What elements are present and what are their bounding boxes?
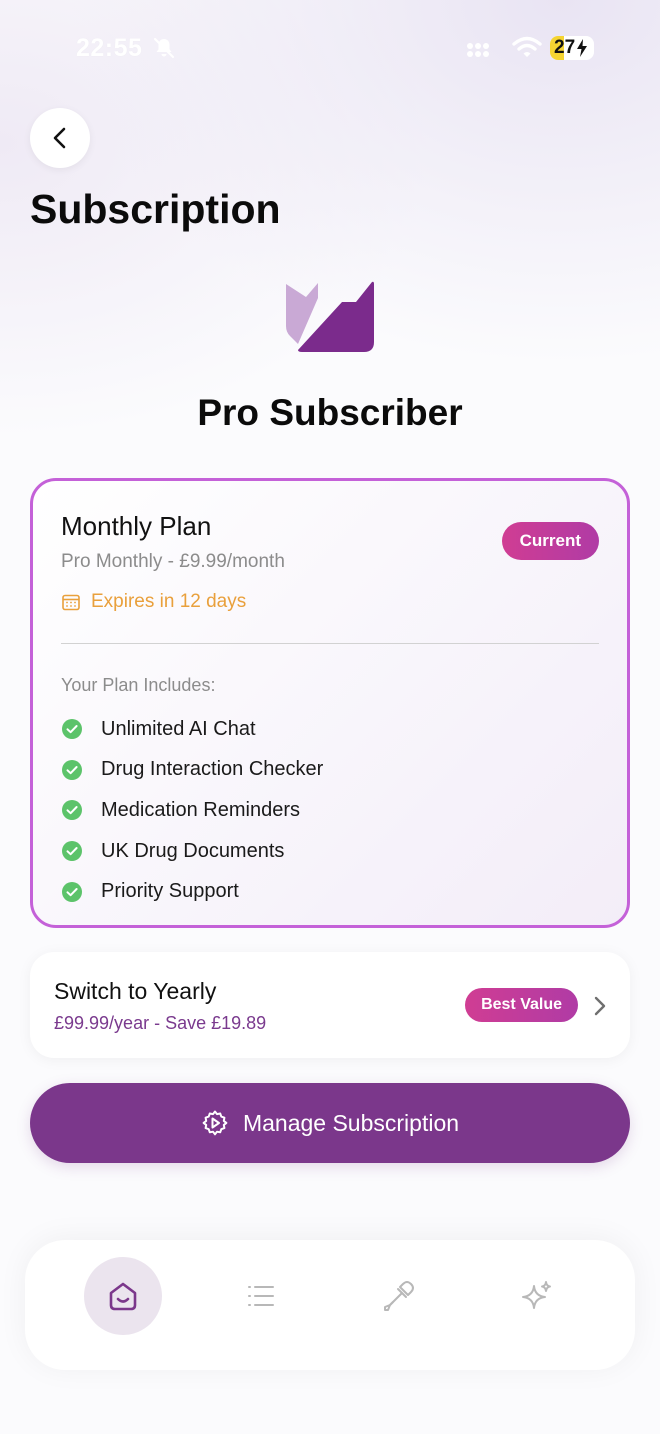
feature-item: UK Drug Documents bbox=[61, 831, 323, 872]
chevron-left-icon bbox=[53, 127, 66, 149]
page-title: Subscription bbox=[30, 186, 281, 232]
calendar-icon bbox=[62, 594, 80, 611]
tab-list[interactable] bbox=[222, 1257, 300, 1335]
status-time: 22:55 bbox=[76, 34, 143, 62]
check-circle-icon bbox=[62, 759, 82, 780]
feature-item: Priority Support bbox=[61, 871, 323, 912]
charging-bolt-icon bbox=[577, 39, 588, 57]
feature-item: Drug Interaction Checker bbox=[61, 750, 323, 791]
sparkle-icon bbox=[522, 1281, 551, 1309]
back-button[interactable] bbox=[30, 108, 90, 168]
bottom-tab-bar bbox=[25, 1240, 635, 1370]
yearly-title: Switch to Yearly bbox=[54, 978, 217, 1004]
status-bar: 22:55 27 bbox=[0, 28, 660, 68]
yearly-price: £99.99/year - Save £19.89 bbox=[54, 1013, 267, 1033]
feature-label: Unlimited AI Chat bbox=[101, 717, 256, 740]
check-circle-icon bbox=[62, 719, 82, 740]
check-circle-icon bbox=[62, 800, 82, 821]
tab-dropper[interactable] bbox=[360, 1257, 438, 1335]
tab-ai-assistant[interactable] bbox=[498, 1257, 576, 1335]
check-circle-icon bbox=[62, 881, 82, 902]
home-icon bbox=[109, 1282, 137, 1311]
list-icon bbox=[248, 1286, 274, 1306]
wifi-icon bbox=[512, 36, 542, 57]
cellular-signal-icon bbox=[467, 43, 489, 57]
brand-logo bbox=[286, 281, 374, 352]
check-circle-icon bbox=[62, 841, 82, 862]
dropper-icon bbox=[384, 1281, 414, 1311]
includes-heading: Your Plan Includes: bbox=[61, 675, 216, 695]
divider bbox=[61, 643, 599, 644]
chevron-right-icon bbox=[594, 996, 606, 1016]
features-list: Unlimited AI Chat Drug Interaction Check… bbox=[61, 709, 323, 912]
current-plan-card: Monthly Plan Pro Monthly - £9.99/month C… bbox=[30, 478, 630, 928]
feature-label: Drug Interaction Checker bbox=[101, 758, 324, 781]
plan-price: Pro Monthly - £9.99/month bbox=[61, 551, 285, 572]
manage-subscription-label: Manage Subscription bbox=[242, 1109, 460, 1136]
battery-percent: 27 bbox=[554, 37, 576, 58]
feature-label: Medication Reminders bbox=[101, 798, 300, 821]
switch-to-yearly-card[interactable]: Switch to Yearly £99.99/year - Save £19.… bbox=[30, 952, 630, 1058]
expiry-text: Expires in 12 days bbox=[91, 591, 247, 612]
feature-item: Unlimited AI Chat bbox=[61, 709, 323, 750]
feature-item: Medication Reminders bbox=[61, 790, 323, 831]
bell-off-icon bbox=[153, 37, 175, 59]
gear-icon bbox=[202, 1110, 228, 1136]
best-value-badge: Best Value bbox=[465, 988, 578, 1022]
feature-label: Priority Support bbox=[101, 880, 239, 903]
plan-name: Monthly Plan bbox=[61, 511, 212, 541]
battery-indicator: 27 bbox=[550, 36, 594, 60]
subscriber-status: Pro Subscriber bbox=[197, 392, 463, 433]
manage-subscription-button[interactable]: Manage Subscription bbox=[30, 1083, 630, 1163]
feature-label: UK Drug Documents bbox=[101, 839, 285, 862]
tab-home[interactable] bbox=[84, 1257, 162, 1335]
expiry-row: Expires in 12 days bbox=[61, 591, 246, 613]
current-badge: Current bbox=[501, 522, 599, 560]
